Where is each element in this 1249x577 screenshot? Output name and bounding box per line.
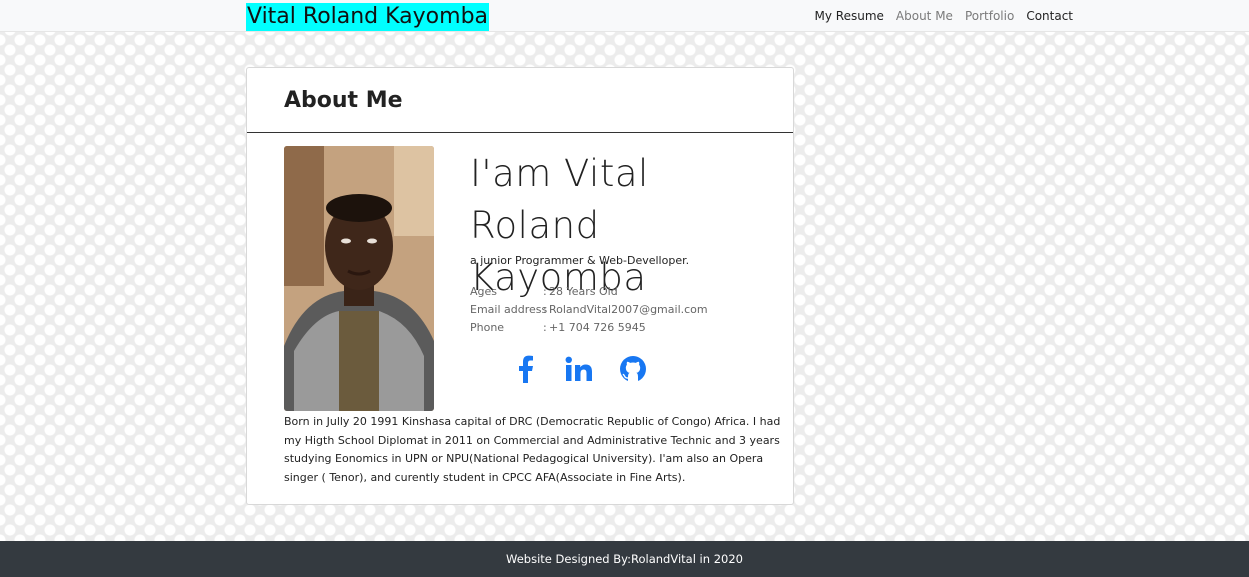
facebook-icon[interactable] — [509, 353, 541, 385]
profile-photo — [284, 146, 434, 411]
brand-title[interactable]: Vital Roland Kayomba — [246, 3, 490, 31]
footer-credit: Website Designed By:RolandVital in 2020 — [506, 552, 743, 566]
nav-link-about-me[interactable]: About Me — [896, 9, 953, 24]
nav-link-my-resume[interactable]: My Resume — [815, 9, 884, 24]
info-label: Phone — [470, 321, 505, 334]
bio-paragraph: Born in Jully 20 1991 Kinshasa capital o… — [284, 415, 781, 484]
card-title: About Me — [284, 88, 403, 113]
info-value: 28 Years Old — [549, 285, 618, 298]
info-value: RolandVital2007@gmail.com — [549, 303, 708, 316]
info-label: Ages — [470, 285, 498, 298]
info-value: +1 704 726 5945 — [549, 321, 646, 334]
info-label: Email address — [470, 303, 548, 316]
top-navbar: Vital Roland Kayomba My Resume About Me … — [0, 0, 1249, 32]
nav-link-contact[interactable]: Contact — [1026, 9, 1073, 24]
linkedin-icon[interactable] — [563, 353, 595, 385]
nav-links: My Resume About Me Portfolio Contact — [815, 9, 1073, 24]
info-row-email: Email address : RolandVital2007@gmail.co… — [470, 301, 708, 319]
hero-name: I'am Vital Roland Kayomba — [470, 148, 790, 304]
social-links — [509, 353, 649, 385]
hero-name-line1: I'am Vital Roland — [470, 152, 649, 247]
about-card: About Me I'am Vital Roland Kayomba a jun… — [246, 67, 794, 505]
info-row-phone: Phone : +1 704 726 5945 — [470, 319, 708, 337]
nav-link-portfolio[interactable]: Portfolio — [965, 9, 1014, 24]
github-icon[interactable] — [617, 353, 649, 385]
info-row-age: Ages : 28 Years Old — [470, 283, 708, 301]
hero-subtitle: a junior Programmer & Web-Develloper. — [470, 254, 690, 267]
info-list: Ages : 28 Years Old Email address : Rola… — [470, 283, 708, 337]
page-footer: Website Designed By:RolandVital in 2020 — [0, 541, 1249, 577]
